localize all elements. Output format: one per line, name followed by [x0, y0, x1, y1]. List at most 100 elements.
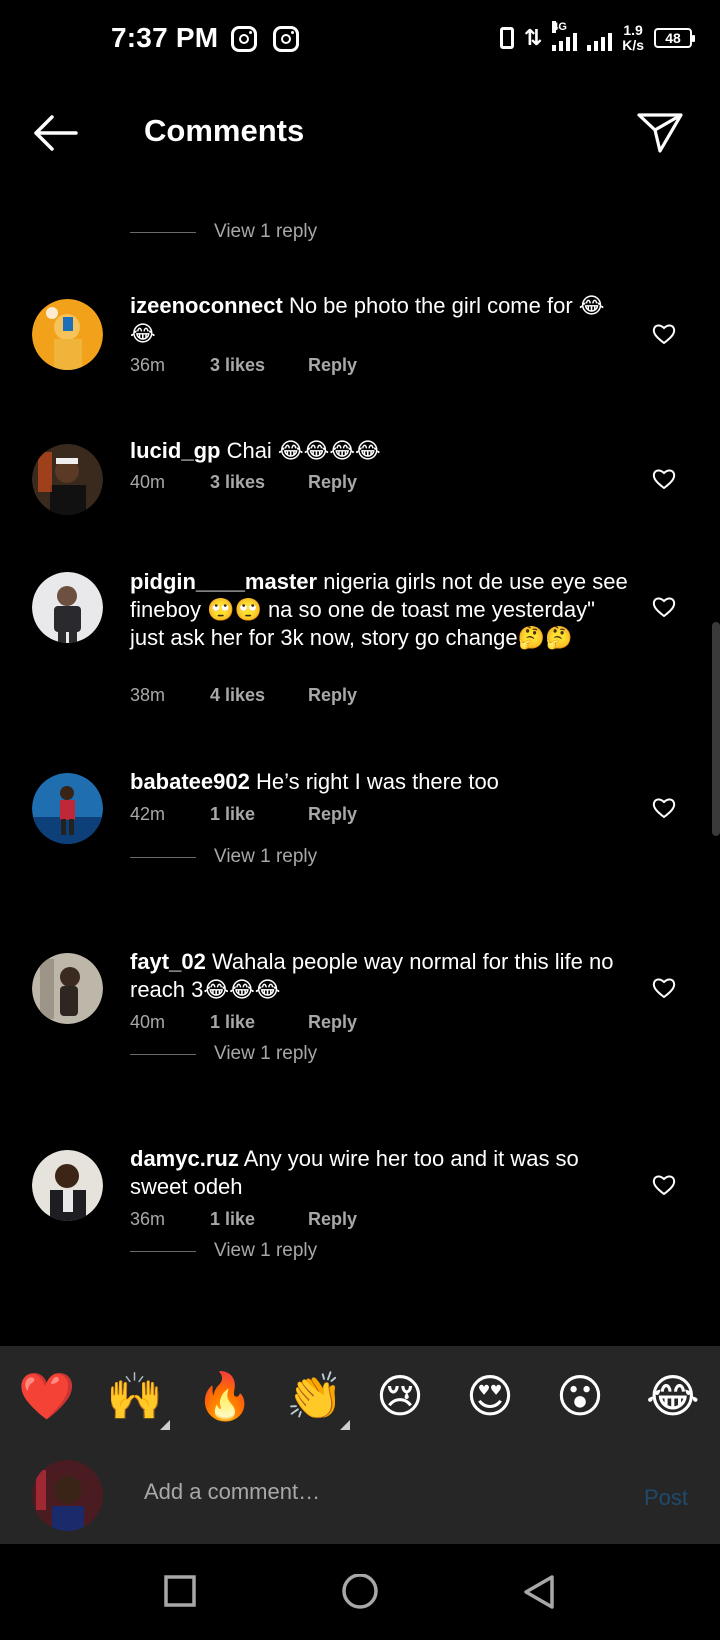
avatar[interactable]: [32, 444, 103, 515]
divider: [130, 1053, 196, 1055]
like-heart-icon[interactable]: [652, 323, 676, 345]
comment-text: babatee902 He’s right I was there too: [130, 768, 630, 796]
reaction-tears-of-joy[interactable]: 😂: [646, 1368, 700, 1424]
divider: [130, 856, 196, 858]
like-heart-icon[interactable]: [652, 468, 676, 490]
comment-text: damyc.ruz Any you wire her too and it wa…: [130, 1145, 630, 1201]
comment-time: 36m: [130, 355, 166, 375]
reaction-crying-face[interactable]: 😢: [376, 1368, 424, 1424]
avatar[interactable]: [32, 572, 103, 643]
post-button[interactable]: Post: [644, 1485, 688, 1511]
comment-body: Chai 😂😂😂😂: [226, 438, 381, 463]
like-heart-icon[interactable]: [652, 1174, 676, 1196]
view-replies-label: View 1 reply: [214, 221, 318, 242]
reply-button[interactable]: Reply: [308, 355, 357, 376]
comment-input[interactable]: Add a comment…: [144, 1479, 320, 1505]
comment-likes[interactable]: 3 likes: [210, 355, 308, 376]
view-replies-label: View 1 reply: [214, 846, 318, 867]
signal-4g-icon: 4G: [552, 21, 578, 51]
comment-likes[interactable]: 3 likes: [210, 472, 308, 493]
view-replies-button[interactable]: View 1 reply: [130, 221, 317, 243]
comment-text: izeenoconnect No be photo the girl come …: [130, 292, 630, 348]
reaction-heart-eyes[interactable]: 😍: [466, 1368, 514, 1424]
comment-username[interactable]: damyc.ruz: [130, 1146, 239, 1171]
comment-meta: 42m 1 like Reply: [130, 804, 357, 825]
status-indicators: ⇅ 4G 1.9 K/s 48: [499, 18, 695, 58]
status-bar: 7:37 PM ⇅ 4G 1.9 K/s 48: [0, 0, 720, 80]
recent-apps-square-icon[interactable]: [163, 1574, 197, 1613]
like-heart-icon[interactable]: [652, 977, 676, 999]
back-triangle-icon[interactable]: [522, 1574, 556, 1615]
network-type-label: 4G: [552, 21, 567, 33]
comment-time: 38m: [130, 685, 166, 705]
comment-meta: 36m 1 like Reply: [130, 1209, 357, 1230]
like-heart-icon[interactable]: [652, 797, 676, 819]
reaction-surprised-face[interactable]: 😮: [556, 1368, 604, 1424]
back-arrow-icon[interactable]: [30, 113, 80, 153]
page-title: Comments: [144, 113, 305, 148]
view-replies-button[interactable]: View 1 reply: [130, 1240, 317, 1262]
comment-username[interactable]: pidgin____master: [130, 569, 317, 594]
reply-button[interactable]: Reply: [308, 472, 357, 493]
comment-composer: Add a comment… Post: [0, 1449, 720, 1544]
comment-text: fayt_02 Wahala people way normal for thi…: [130, 948, 630, 1004]
comment-meta: 40m 1 like Reply: [130, 1012, 357, 1033]
comment-likes[interactable]: 4 likes: [210, 685, 308, 706]
scrollbar[interactable]: [712, 622, 720, 836]
battery-level: 48: [665, 30, 681, 46]
divider: [130, 1250, 196, 1252]
battery-icon: 48: [654, 28, 695, 48]
comment-username[interactable]: fayt_02: [130, 949, 206, 974]
avatar[interactable]: [32, 299, 103, 370]
instagram-notification-icon: [231, 26, 257, 52]
speed-value: 1.9: [623, 22, 643, 38]
comment-time: 42m: [130, 804, 166, 824]
quick-reactions-bar: ❤️ 🙌 🔥 👏 😢 😍 😮 😂: [0, 1346, 720, 1449]
view-replies-button[interactable]: View 1 reply: [130, 846, 317, 868]
comment-likes[interactable]: 1 like: [210, 1209, 308, 1230]
signal-icon: [587, 25, 613, 51]
comment-text: pidgin____master nigeria girls not de us…: [130, 568, 630, 652]
send-direct-icon[interactable]: [636, 111, 684, 155]
comment-username[interactable]: babatee902: [130, 769, 250, 794]
comment-likes[interactable]: 1 like: [210, 1012, 308, 1033]
comment-username[interactable]: izeenoconnect: [130, 293, 283, 318]
comment-meta: 38m 4 likes Reply: [130, 685, 357, 706]
avatar[interactable]: [32, 1150, 103, 1221]
avatar[interactable]: [32, 953, 103, 1024]
comment-likes[interactable]: 1 like: [210, 804, 308, 825]
comment-text: lucid_gp Chai 😂😂😂😂: [130, 437, 630, 465]
comment-meta: 36m 3 likes Reply: [130, 355, 357, 376]
system-navigation-bar: [0, 1544, 720, 1640]
view-replies-button[interactable]: View 1 reply: [130, 1043, 317, 1065]
avatar[interactable]: [32, 773, 103, 844]
skin-tone-indicator-icon: [160, 1420, 170, 1430]
status-time: 7:37 PM: [111, 22, 219, 53]
comment-time: 40m: [130, 472, 166, 492]
current-user-avatar: [32, 1460, 103, 1531]
speed-unit: K/s: [622, 37, 644, 53]
home-circle-icon[interactable]: [341, 1573, 379, 1617]
vibrate-icon: [499, 27, 514, 49]
comment-time: 36m: [130, 1209, 166, 1229]
reply-button[interactable]: Reply: [308, 685, 357, 706]
instagram-notification-icon: [273, 26, 299, 52]
skin-tone-indicator-icon: [340, 1420, 350, 1430]
reply-button[interactable]: Reply: [308, 1209, 357, 1230]
comment-username[interactable]: lucid_gp: [130, 438, 220, 463]
network-speed: 1.9 K/s: [622, 23, 644, 53]
reaction-clapping-hands[interactable]: 👏: [286, 1368, 343, 1424]
like-heart-icon[interactable]: [652, 596, 676, 618]
reaction-raised-hands[interactable]: 🙌: [106, 1368, 163, 1424]
comment-time: 40m: [130, 1012, 166, 1032]
header: Comments: [0, 95, 720, 175]
reply-button[interactable]: Reply: [308, 804, 357, 825]
reaction-heart[interactable]: ❤️: [18, 1368, 75, 1424]
divider: [130, 231, 196, 233]
comment-body: He’s right I was there too: [255, 769, 499, 794]
reply-button[interactable]: Reply: [308, 1012, 357, 1033]
comments-list[interactable]: View 1 reply izeenoconnect No be photo t…: [0, 200, 720, 1345]
data-transfer-icon: ⇅: [523, 25, 543, 50]
view-replies-label: View 1 reply: [214, 1240, 318, 1261]
reaction-fire[interactable]: 🔥: [196, 1368, 253, 1424]
